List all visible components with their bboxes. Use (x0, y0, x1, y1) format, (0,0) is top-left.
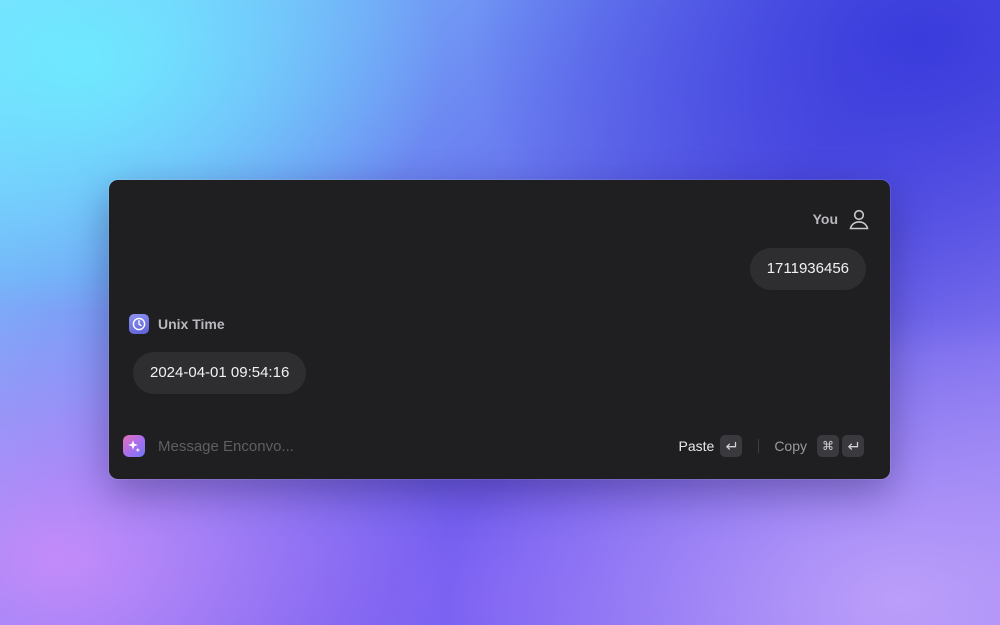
action-divider (758, 439, 760, 453)
return-key-icon (720, 435, 743, 457)
assistant-header: Unix Time (129, 314, 225, 334)
sparkle-icon[interactable] (123, 435, 145, 457)
paste-label: Paste (678, 438, 715, 454)
result-message-bubble: 2024-04-01 09:54:16 (133, 352, 307, 394)
command-key-icon: ⌘ (817, 435, 839, 457)
message-input[interactable] (158, 434, 458, 458)
user-label: You (812, 211, 838, 227)
user-message-bubble: 1711936456 (749, 248, 866, 290)
footer-bar: Paste Copy ⌘ (109, 430, 890, 462)
clock-icon (129, 314, 149, 334)
copy-label: Copy (774, 438, 807, 454)
action-bar: Paste Copy ⌘ (679, 434, 864, 458)
copy-shortcut: ⌘ (817, 435, 864, 457)
app-name: Unix Time (158, 316, 225, 332)
chat-window: You 1711936456 Unix Time 2024-04-01 09:5… (109, 180, 890, 479)
user-header: You (813, 208, 870, 230)
user-icon (848, 208, 870, 230)
paste-button[interactable]: Paste (679, 435, 743, 457)
return-key-icon (842, 435, 864, 457)
copy-button[interactable]: Copy ⌘ (774, 435, 864, 457)
